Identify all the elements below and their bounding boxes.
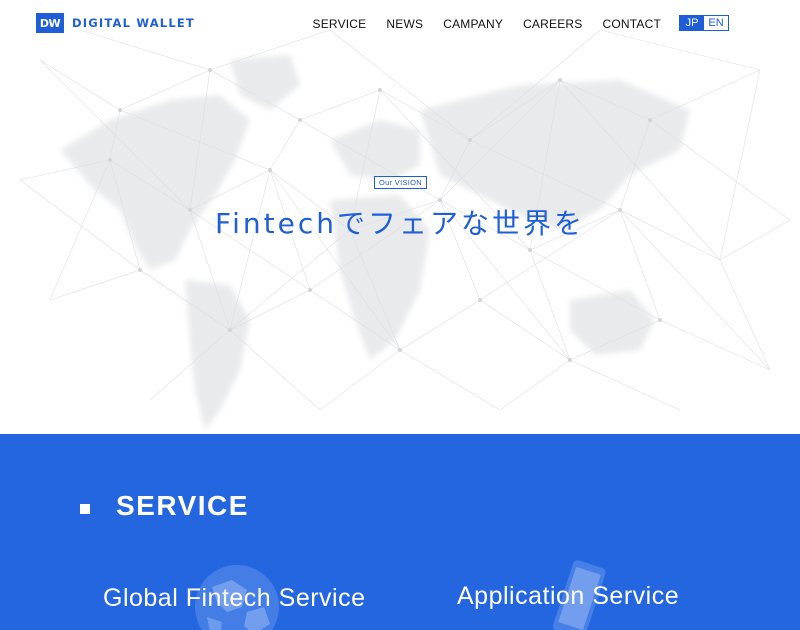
lang-en-button[interactable]: EN [704,16,728,30]
site-header: DW DIGITAL WALLET SERVICE NEWS CAMPANY C… [0,0,800,48]
logo-mark: DW [36,13,64,33]
service-heading: SERVICE [116,490,249,521]
logo-text: DIGITAL WALLET [72,16,195,30]
nav-link-contact[interactable]: CONTACT [602,17,661,31]
hero-section: Our VISION Fintechでフェアな世界を [0,0,800,434]
main-nav: SERVICE NEWS CAMPANY CAREERS CONTACT [313,17,661,31]
nav-link-careers[interactable]: CAREERS [523,17,582,31]
hero-title: Fintechでフェアな世界を [215,207,585,240]
service-card-application[interactable]: Application Service [457,582,679,611]
lang-jp-button[interactable]: JP [680,16,704,30]
vision-badge: Our VISION [374,176,428,189]
service-card-global-fintech[interactable]: Global Fintech Service [103,584,366,613]
nav-link-news[interactable]: NEWS [386,17,423,31]
language-switcher: JP EN [679,15,729,31]
section-bullet-icon [80,504,90,514]
nav-link-company[interactable]: CAMPANY [443,17,503,31]
nav-link-service[interactable]: SERVICE [313,17,367,31]
service-section: SERVICE Global Fintech Service Applicati… [0,434,800,630]
site-logo[interactable]: DW DIGITAL WALLET [36,13,195,33]
